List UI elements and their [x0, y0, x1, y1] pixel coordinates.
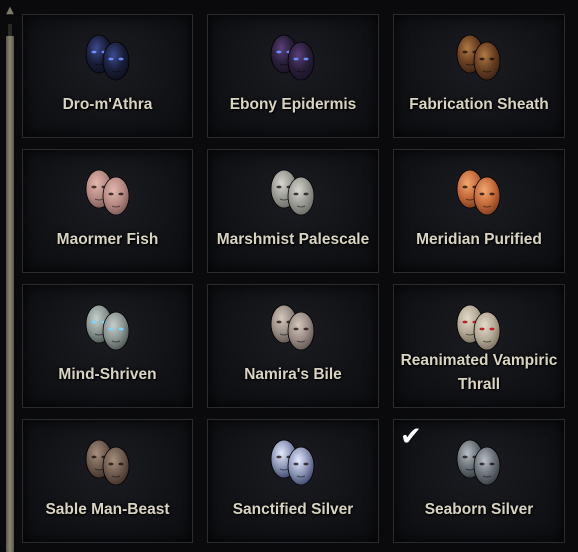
fabrication-sheath-skin-icon: [447, 29, 511, 85]
skin-label: Sanctified Silver: [232, 501, 354, 518]
skin-collection-grid: Dro-m'Athra Ebony Epidermis Fabrication …: [22, 14, 565, 543]
skin-label: Ebony Epidermis: [229, 96, 357, 113]
skin-label: Marshmist Palescale: [216, 231, 370, 248]
skin-tile[interactable]: Reanimated Vampiric Thrall: [393, 284, 565, 408]
skin-label: Seaborn Silver: [424, 501, 534, 518]
skin-tile[interactable]: Meridian Purified: [393, 149, 565, 273]
skin-label: Mind-Shriven: [58, 366, 157, 383]
reanimated-vampiric-thrall-skin-icon: [447, 299, 511, 355]
checkmark-icon: ✔: [400, 422, 422, 452]
skin-tile-selected[interactable]: ✔ Seaborn Silver: [393, 419, 565, 543]
maormer-fish-skin-icon: [76, 164, 140, 220]
skin-label: Namira's Bile: [244, 366, 342, 383]
skin-label: Dro-m'Athra: [62, 96, 153, 113]
skin-label: Reanimated Vampiric Thrall: [400, 352, 558, 393]
skin-tile[interactable]: Sable Man-Beast: [22, 419, 193, 543]
ebony-epidermis-skin-icon: [261, 29, 325, 85]
skin-label: Sable Man-Beast: [45, 501, 170, 518]
skin-tile[interactable]: Marshmist Palescale: [207, 149, 379, 273]
namiras-bile-skin-icon: [261, 299, 325, 355]
skin-tile[interactable]: Dro-m'Athra: [22, 14, 193, 138]
marshmist-palescale-skin-icon: [261, 164, 325, 220]
skin-label: Meridian Purified: [416, 231, 542, 248]
sable-man-beast-skin-icon: [76, 434, 140, 490]
skin-tile[interactable]: Namira's Bile: [207, 284, 379, 408]
meridian-purified-skin-icon: [447, 164, 511, 220]
skin-tile[interactable]: Maormer Fish: [22, 149, 193, 273]
mind-shriven-skin-icon: [76, 299, 140, 355]
scroll-up-arrow-icon[interactable]: ▲: [4, 4, 16, 18]
sanctified-silver-skin-icon: [261, 434, 325, 490]
scrollbar-thumb[interactable]: [6, 36, 14, 552]
skin-tile[interactable]: Sanctified Silver: [207, 419, 379, 543]
skin-label: Fabrication Sheath: [409, 96, 549, 113]
dro-m-athra-skin-icon: [76, 29, 140, 85]
skin-tile[interactable]: Mind-Shriven: [22, 284, 193, 408]
skin-tile[interactable]: Fabrication Sheath: [393, 14, 565, 138]
skin-label: Maormer Fish: [56, 231, 159, 248]
seaborn-silver-skin-icon: [447, 434, 511, 490]
skin-tile[interactable]: Ebony Epidermis: [207, 14, 379, 138]
